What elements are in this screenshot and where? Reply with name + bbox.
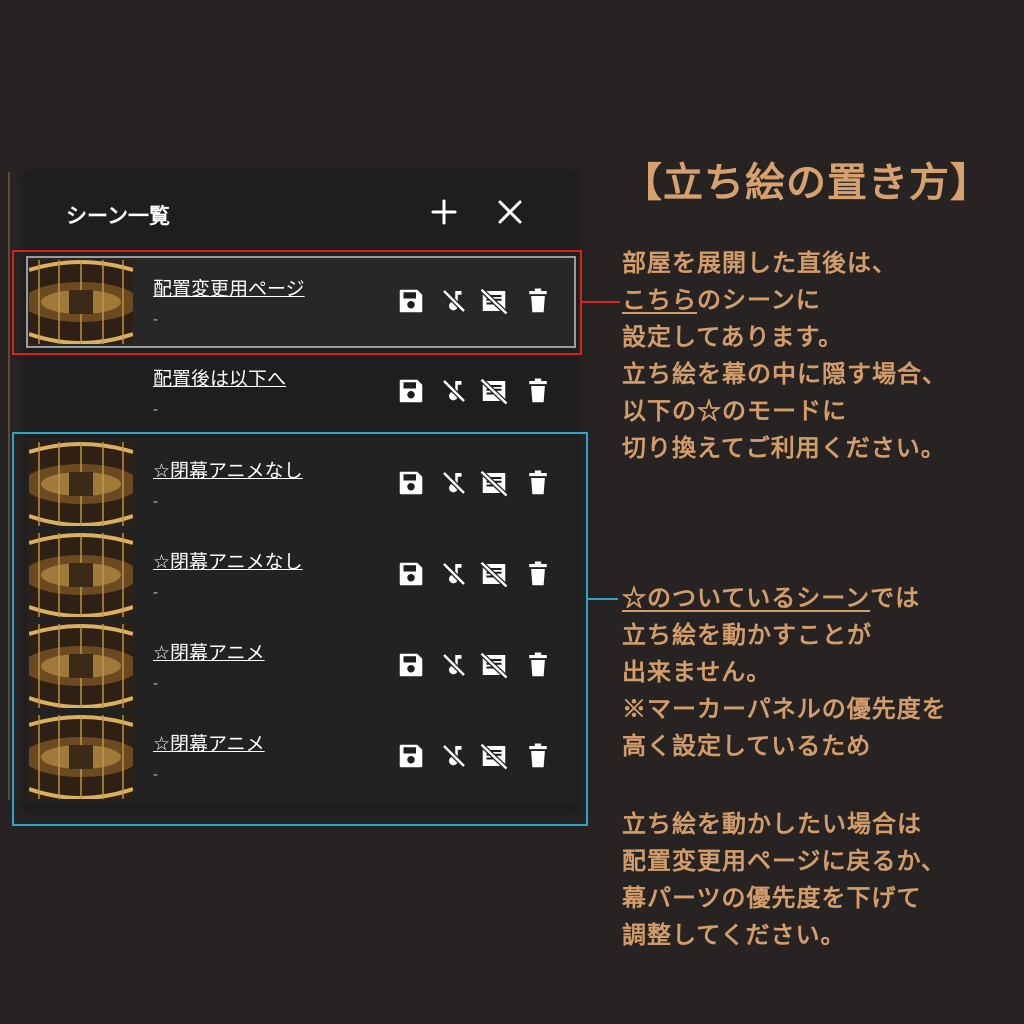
text-line: 立ち絵を動かすことが [622,620,872,649]
panel-header: シーン一覧 [26,172,576,252]
text-line: 高く設定しているため [622,731,872,760]
instructions-block-3: 立ち絵を動かしたい場合は 配置変更用ページに戻るか、 幕パーツの優先度を下げて … [622,805,946,953]
blue-connector-line [588,598,618,600]
scene-row[interactable]: 配置後は以下へ - [26,346,576,438]
panel-title: シーン一覧 [66,204,170,228]
star-scene-link: ☆のついているシーン [622,583,871,612]
text-line: 以下の☆のモードに [622,396,847,425]
instructions-block-2: ☆のついているシーンでは 立ち絵を動かすことが 出来ません。 ※マーカーパネルの… [622,579,947,764]
text-line: 部屋を展開した直後は、 [622,248,897,277]
save-icon [399,379,423,403]
text-line: 幕パーツの優先度を下げて [622,883,922,912]
close-panel-button[interactable] [492,194,528,230]
plus-icon [431,199,457,225]
blue-highlight-box [12,432,588,826]
text-span: では [870,583,921,612]
text-span: のシーンに [697,285,821,314]
text-line: 設定してあります。 [622,322,844,351]
delete-scene-button[interactable] [523,376,553,406]
text-line: こちらのシーンに [622,281,947,318]
note-off-icon [479,377,509,406]
text-line: ※マーカーパネルの優先度を [622,694,947,723]
scene-subtitle: - [153,402,159,418]
mute-bgm-button[interactable] [439,376,469,406]
red-connector-line [582,301,620,303]
save-scene-button[interactable] [396,376,426,406]
close-icon [498,200,522,224]
text-line: 出来ません。 [622,657,772,686]
text-line: 切り換えてご利用ください。 [622,433,946,462]
scene-link: こちら [622,285,697,314]
text-line: 調整してください。 [622,920,846,949]
instructions-block-1: 部屋を展開した直後は、 こちらのシーンに 設定してあります。 立ち絵を幕の中に隠… [622,244,947,466]
scene-name-link[interactable]: 配置後は以下へ [153,364,286,391]
text-line: 立ち絵を動かしたい場合は [622,809,922,838]
add-scene-button[interactable] [426,194,462,230]
text-line: 配置変更用ページに戻るか、 [622,846,947,875]
text-line: ☆のついているシーンでは [622,579,947,616]
trash-icon [529,378,547,403]
red-highlight-box [12,250,582,355]
instructions-title: 【立ち絵の置き方】 [622,159,991,206]
decorative-line [8,172,10,800]
hide-notes-button[interactable] [479,376,509,406]
music-off-icon [442,379,466,403]
text-line: 立ち絵を幕の中に隠す場合、 [622,359,947,388]
